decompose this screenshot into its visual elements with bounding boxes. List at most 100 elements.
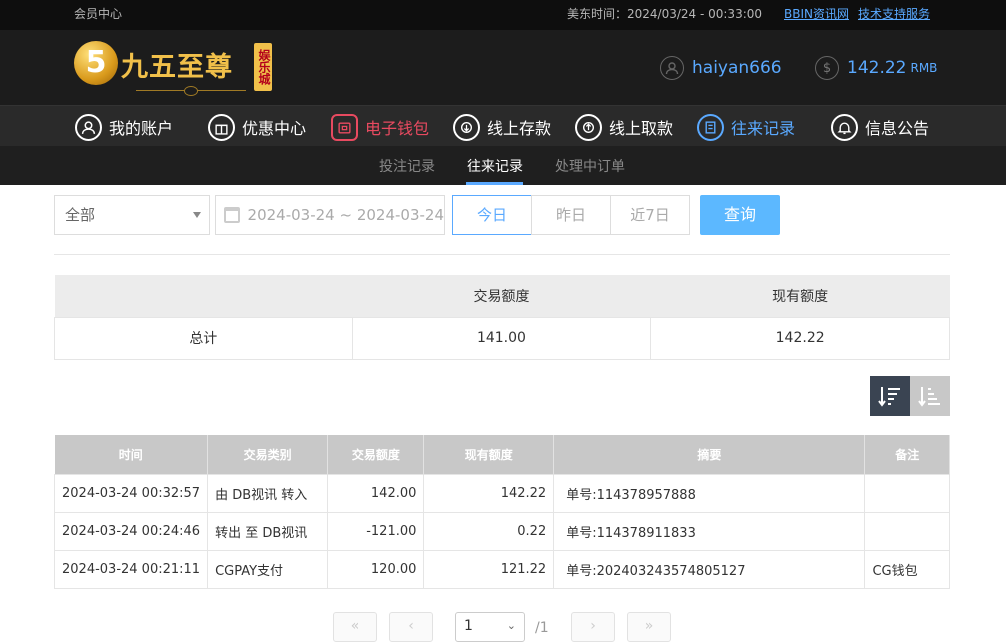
table-cell: CGPAY支付 [207,549,329,589]
tab-transaction-records[interactable]: 往来记录 [467,156,523,176]
table-cell: 转出 至 DB视讯 [207,511,329,551]
table-cell: 120.00 [327,549,425,589]
summary-cell: 总计 [54,316,353,360]
table-cell: 2024-03-24 00:21:11 [53,549,209,589]
date-range-input[interactable]: 2024-03-24 ~ 2024-03-24 [215,195,445,235]
sort-descending-icon [878,387,900,407]
nav-item-label: 线上存款 [487,119,552,138]
bbin-news-link[interactable]: BBIN资讯网 [784,5,849,22]
logo-badge: 娱乐城 [254,43,272,91]
column-header[interactable]: 时间 [54,435,209,474]
sort-ascending-button[interactable] [910,376,950,416]
nav-item-online-deposit[interactable]: 线上存款 [453,112,551,142]
summary-cell: 142.22 [650,316,950,360]
balance-value: 142.22 [847,58,907,78]
last-7-days-button[interactable]: 近7日 [610,195,690,235]
summary-header: 交易额度 [352,275,651,317]
records-table: 时间 交易类别 交易额度 现有额度 摘要 备注 2024-03-24 00:32… [53,435,950,589]
date-range-value: 2024-03-24 ~ 2024-03-24 [247,206,444,224]
table-cell: 0.22 [423,511,555,551]
logo-name: 九五至尊 [121,52,233,83]
top-bar: 会员中心 美东时间：2024/03/24 - 00:33:00 BBIN资讯网 … [0,0,1006,30]
deposit-icon [453,113,480,141]
column-header[interactable]: 备注 [864,435,950,474]
nav-item-e-wallet[interactable]: 电子钱包 [331,112,429,142]
chevron-down-icon: ⌄ [506,619,516,632]
nav-item-promotions[interactable]: 优惠中心 [208,112,306,142]
calendar-icon [224,207,240,223]
page-select-value: 1 [464,618,473,634]
nav-item-label: 优惠中心 [242,119,307,138]
chevron-down-icon [193,212,201,218]
nav-item-label: 我的账户 [109,119,174,138]
page-select[interactable]: 1 ⌄ [455,612,525,642]
table-cell [864,511,950,551]
balance-info: $ 142.22 RMB [815,55,937,81]
table-row: 2024-03-24 00:24:46 转出 至 DB视讯 -121.00 0.… [53,511,950,551]
prev-page-button[interactable]: ‹ [389,612,433,642]
sub-nav: 投注记录 往来记录 处理中订单 [0,146,1006,185]
tab-pending-orders[interactable]: 处理中订单 [555,156,625,176]
table-cell [864,473,950,513]
table-row: 2024-03-24 00:21:11 CGPAY支付 120.00 121.2… [53,549,950,589]
column-header[interactable]: 交易类别 [207,435,329,474]
last-page-button[interactable]: » [627,612,671,642]
tab-bet-records[interactable]: 投注记录 [379,156,435,176]
summary-header: 现有额度 [650,275,950,317]
member-center-label: 会员中心 [74,7,123,21]
column-header[interactable]: 摘要 [553,435,866,474]
summary-cell: 141.00 [351,316,652,360]
site-logo[interactable]: 5 九五至尊 娱乐城 [74,41,274,96]
dollar-icon: $ [815,56,839,80]
tech-support-link[interactable]: 技术支持服务 [858,5,930,22]
table-cell: CG钱包 [864,549,950,589]
next-page-button[interactable]: › [571,612,615,642]
table-cell: -121.00 [327,511,425,551]
nav-item-label: 电子钱包 [365,119,430,138]
withdraw-icon [575,113,602,141]
logo-emblem-icon: 5 [74,41,118,85]
table-cell: 单号:202403243574805127 [553,549,866,589]
summary-header [54,275,353,317]
nav-item-announcements[interactable]: 信息公告 [831,112,929,142]
table-row: 2024-03-24 00:32:57 由 DB视讯 转入 142.00 142… [53,473,950,513]
header: 5 九五至尊 娱乐城 haiyan666 $ 142.22 RMB [0,30,1006,105]
table-cell: 142.00 [327,473,425,513]
bell-icon [831,113,858,141]
nav-item-label: 线上取款 [609,119,674,138]
wallet-icon [331,113,358,141]
sort-ascending-icon [918,387,940,407]
nav-item-online-withdraw[interactable]: 线上取款 [575,112,673,142]
nav-item-transaction-records[interactable]: 往来记录 [697,112,795,142]
first-page-button[interactable]: « [333,612,377,642]
transaction-type-select[interactable]: 全部 [54,195,210,235]
nav-item-my-account[interactable]: 我的账户 [75,112,173,142]
transaction-type-value: 全部 [65,206,96,224]
table-cell: 单号:114378957888 [553,473,866,513]
records-icon [697,113,724,141]
active-tab-indicator [466,182,523,185]
logo-ornament [136,83,246,96]
nav-item-label: 信息公告 [865,119,930,138]
summary-table: 交易额度 现有额度 总计 141.00 142.22 [54,275,950,360]
sort-descending-button[interactable] [870,376,910,416]
query-button[interactable]: 查询 [700,195,780,235]
table-cell: 2024-03-24 00:32:57 [53,473,209,513]
table-cell: 单号:114378911833 [553,511,866,551]
table-cell: 2024-03-24 00:24:46 [53,511,209,551]
user-icon [660,56,684,80]
balance-currency: RMB [910,61,938,75]
summary-row: 总计 141.00 142.22 [54,316,950,360]
table-cell: 由 DB视讯 转入 [207,473,329,513]
main-nav: 我的账户 优惠中心 电子钱包 线上存款 线上取款 往来记录 信息公告 [0,105,1006,146]
divider [54,254,950,255]
page-total: /1 [535,620,549,636]
yesterday-button[interactable]: 昨日 [531,195,611,235]
column-header[interactable]: 交易额度 [327,435,425,474]
column-header[interactable]: 现有额度 [423,435,555,474]
user-info[interactable]: haiyan666 [660,55,782,81]
user-icon [75,113,102,141]
today-button[interactable]: 今日 [452,195,532,235]
table-cell: 142.22 [423,473,555,513]
username: haiyan666 [692,58,782,78]
